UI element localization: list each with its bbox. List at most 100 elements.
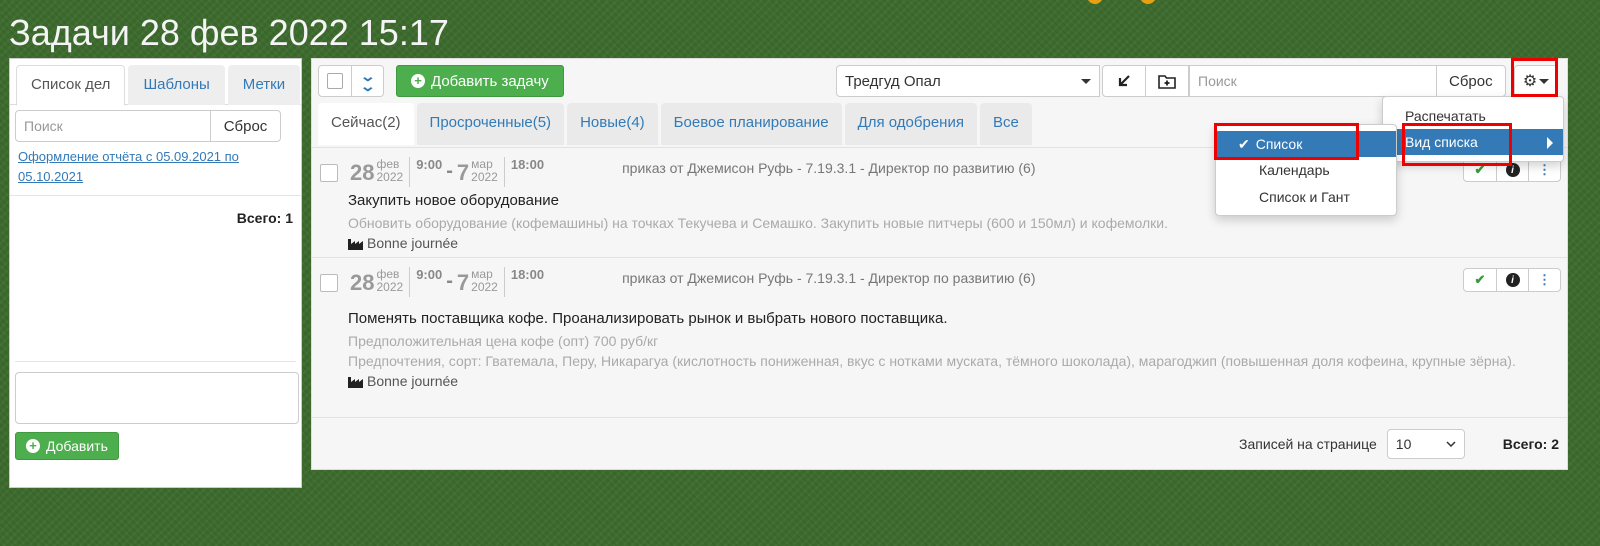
caret-down-icon [1081,78,1091,84]
menu-item-print[interactable]: Распечатать [1383,103,1563,129]
caret-down-icon [1539,78,1550,84]
per-page-select[interactable]: 10 [1386,428,1465,459]
task-tabs: Сейчас(2) Просроченные(5) Новые(4) Боево… [318,103,1035,145]
caret-right-icon [1547,137,1553,149]
start-month-year: фев 2022 [376,158,403,184]
task-project-name: Bonne journée [367,373,459,389]
settings-button[interactable]: ⚙ [1514,65,1558,97]
end-time: 18:00 [503,157,544,187]
folder-plus-icon [1158,75,1176,89]
per-page-value: 10 [1395,435,1412,452]
more-button[interactable]: ⋮ [1528,159,1560,181]
task-description: Обновить оборудование (кофемашины) на то… [348,215,1168,231]
left-tabs: Список дел Шаблоны Метки [10,59,301,106]
more-vertical-icon: ⋮ [1538,162,1551,177]
tab-todo-list[interactable]: Список дел [16,65,126,106]
decor-shape [1140,0,1156,4]
start-day: 28 [350,270,375,295]
end-month-year: мар 2022 [471,268,498,294]
chevron-down-icon [1446,440,1456,447]
factory-icon [348,238,363,250]
task-header: 28 фев 2022 9:00 - 7 мар 2022 18:00 прик… [312,258,1567,302]
divider [10,195,301,196]
new-folder-button[interactable] [1145,65,1189,97]
end-day: 7 [456,270,470,295]
task-project: Bonne journée [348,235,1567,251]
add-task-label: Добавить задачу [431,72,549,90]
start-year: 2022 [376,280,404,294]
task-description: Предположительная цена кофе (опт) 700 ру… [348,333,659,349]
left-reset-button[interactable]: Сброс [211,110,281,142]
task-search-input[interactable] [1189,65,1437,97]
todo-item-link[interactable]: Оформление отчёта с 05.09.2021 по 05.10.… [18,147,293,187]
tasks-total: Всего: 2 [1502,435,1559,452]
end-day: 7 [456,160,470,185]
check-icon: ✔ [1238,136,1250,152]
info-button[interactable]: i [1496,269,1528,291]
end-year: 2022 [471,170,498,184]
double-chevron-down-icon: ⌄ ⌄ [359,68,376,94]
end-month-year: мар 2022 [471,158,498,184]
check-icon: ✔ [1474,162,1486,177]
more-vertical-icon: ⋮ [1538,272,1551,287]
add-task-button[interactable]: + Добавить задачу [396,65,564,97]
more-button[interactable]: ⋮ [1528,269,1560,291]
factory-icon [348,376,363,388]
select-all-checkbox-cell[interactable] [319,66,351,96]
task-row: 28 фев 2022 9:00 - 7 мар 2022 18:00 прик… [312,257,1567,409]
new-todo-textarea[interactable] [15,372,299,424]
left-total: Всего: 1 [236,210,293,226]
submenu-item-calendar[interactable]: Календарь [1216,157,1396,183]
tab-now[interactable]: Сейчас(2) [318,103,414,145]
task-checkbox[interactable] [320,164,338,182]
tasks-panel: ⌄⌄ + Добавить задачу Тредгуд Опал Сброс … [311,58,1568,470]
task-description-preferences: Предпочтения, сорт: Гватемала, Перу, Ник… [348,353,1516,369]
left-search-row: Сброс [15,110,296,142]
page-title: Задачи 28 фев 2022 15:17 [9,12,449,53]
start-day: 28 [350,160,375,185]
complete-button[interactable]: ✔ [1464,269,1496,291]
tab-overdue[interactable]: Просроченные(5) [416,103,565,145]
task-order: приказ от Джемисон Руфь - 7.19.3.1 - Дир… [622,270,1036,286]
list-view-submenu: ✔ Список Календарь Список и Гант [1215,124,1397,216]
todo-panel: Список дел Шаблоны Метки Сброс Оформлени… [9,58,302,488]
plus-icon: + [26,439,40,453]
tasks-toolbar: ⌄ ⌄ + Добавить задачу [318,65,564,97]
left-search-input[interactable] [15,110,211,142]
info-icon: i [1505,273,1520,287]
gear-icon: ⚙ [1522,73,1538,90]
menu-item-list-view[interactable]: Вид списка [1383,129,1563,155]
date-range-dash: - [446,160,453,182]
submenu-item-list-gantt[interactable]: Список и Гант [1216,184,1396,210]
task-title[interactable]: Поменять поставщика кофе. Проанализирова… [348,310,1567,327]
divider [15,361,296,362]
start-time: 9:00 [409,267,442,297]
per-page-label: Записей на странице [1239,435,1377,452]
task-reset-button[interactable]: Сброс [1436,65,1506,97]
tab-new[interactable]: Новые(4) [567,103,658,145]
select-all-checkbox[interactable] [327,73,343,89]
tab-battle-planning[interactable]: Боевое планирование [660,103,842,145]
complete-button[interactable]: ✔ [1464,159,1496,181]
task-actions: ✔ i ⋮ [1463,268,1561,292]
person-select[interactable]: Тредгуд Опал [836,65,1100,97]
person-select-value: Тредгуд Опал [845,72,941,90]
add-todo-button[interactable]: + Добавить [15,432,119,460]
info-button[interactable]: i [1496,159,1528,181]
task-project: Bonne journée [348,373,1567,389]
start-month-year: фев 2022 [376,268,403,294]
tab-for-approval[interactable]: Для одобрения [844,103,977,145]
tab-templates[interactable]: Шаблоны [128,65,225,105]
select-all-group: ⌄ ⌄ [318,65,384,97]
check-icon: ✔ [1474,272,1486,287]
decor-shape [1087,0,1103,4]
start-year: 2022 [376,170,404,184]
submenu-item-list[interactable]: ✔ Список [1216,131,1396,157]
tab-all[interactable]: Все [979,103,1032,145]
end-year: 2022 [471,280,498,294]
tab-tags[interactable]: Метки [227,65,301,105]
collapse-button[interactable] [1102,65,1146,97]
submenu-item-list-label: Список [1255,136,1303,152]
expand-all-button[interactable]: ⌄ ⌄ [351,66,383,96]
task-checkbox[interactable] [320,274,338,292]
